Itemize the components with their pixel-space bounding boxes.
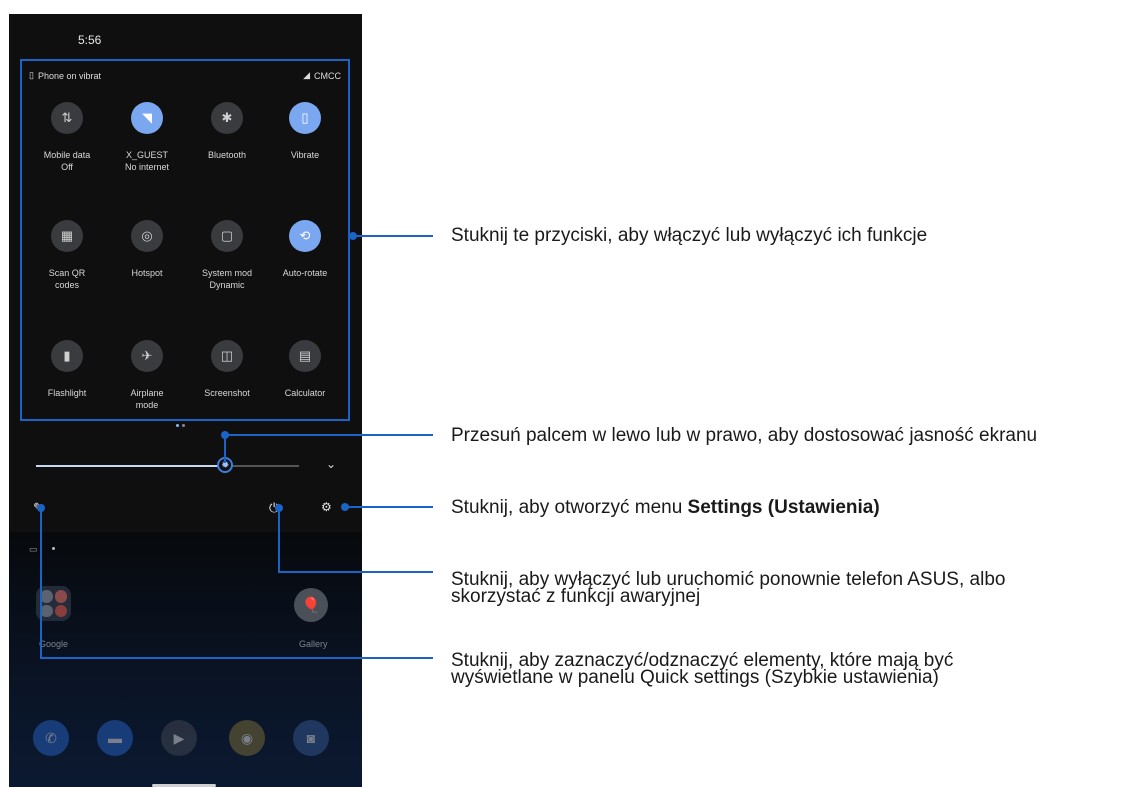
- callout-toggles: Stuknij te przyciski, aby włączyć lub wy…: [451, 225, 928, 246]
- callout-brightness: Przesuń palcem w lewo lub w prawo, aby d…: [451, 425, 1038, 446]
- callout-edit: Stuknij, aby zaznaczyć/odznaczyć element…: [451, 651, 953, 688]
- callout-line-power: [278, 508, 433, 573]
- callout-line-brightness: [224, 434, 433, 463]
- callout-dot-toggles: [349, 232, 357, 240]
- callout-power: Stuknij, aby wyłączyć lub uruchomić pono…: [451, 570, 1005, 607]
- callout-dot-power: [275, 504, 283, 512]
- callout-dot-settings: [341, 503, 349, 511]
- callout-dot-edit: [37, 504, 45, 512]
- callout-power-line2: skorzystać z funkcji awaryjnej: [451, 586, 701, 607]
- callout-settings-bold: Settings (Ustawienia): [687, 497, 880, 518]
- callout-settings: Stuknij, aby otworzyć menu Settings (Ust…: [451, 497, 880, 518]
- callout-line-edit: [40, 508, 433, 659]
- callout-settings-prefix: Stuknij, aby otworzyć menu: [451, 497, 688, 518]
- callout-dot-brightness: [221, 431, 229, 439]
- callout-edit-line2: wyświetlane w panelu Quick settings (Szy…: [451, 667, 939, 688]
